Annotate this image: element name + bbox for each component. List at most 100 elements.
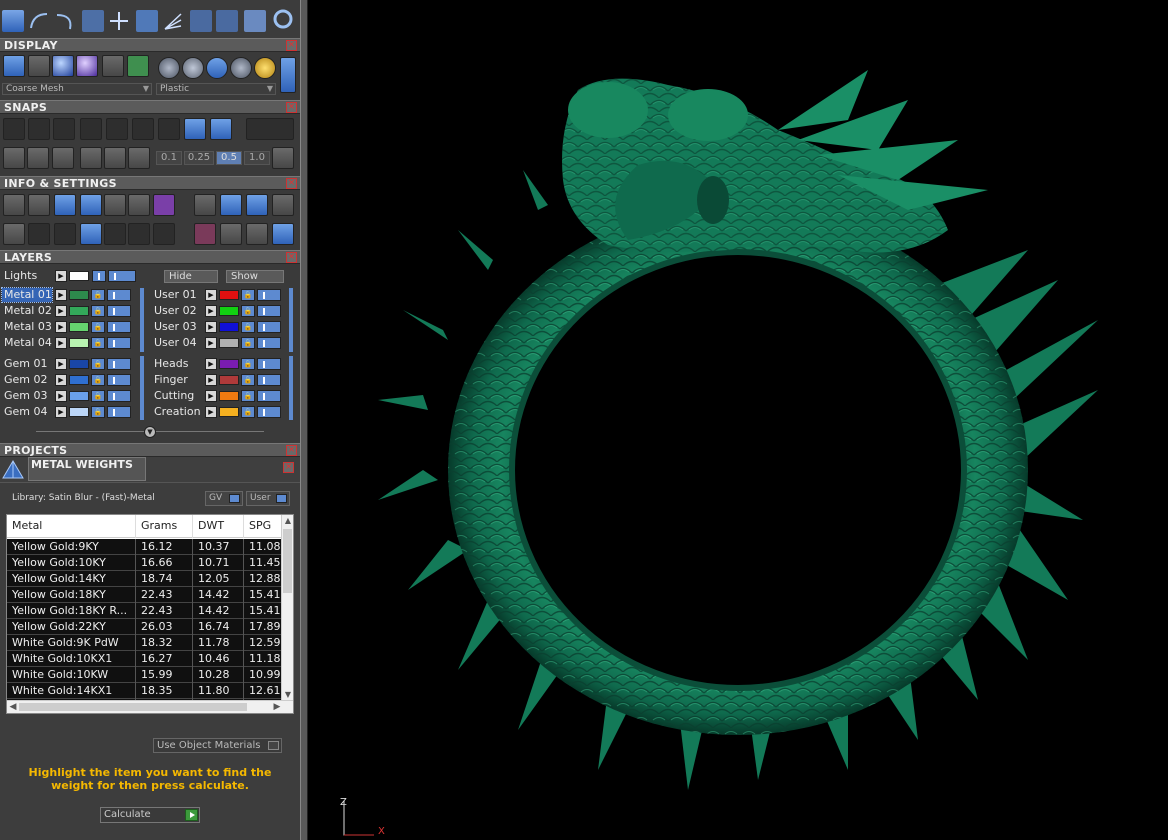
scroll-thumb[interactable] [283, 529, 292, 593]
layer-name[interactable]: Gem 02 [2, 373, 52, 387]
arc-tool-icon[interactable] [28, 10, 50, 32]
visibility-toggle[interactable] [107, 289, 131, 301]
snap-corner-icon[interactable] [106, 118, 128, 140]
layer-name[interactable]: Metal 03 [2, 320, 52, 334]
table-row[interactable]: White Gold:14KX1 18.35 11.80 12.61 [7, 683, 284, 699]
gem-b-icon[interactable] [220, 223, 242, 245]
layer-name[interactable]: User 04 [152, 336, 202, 350]
lights-swatch[interactable] [69, 271, 89, 281]
play-icon[interactable]: ▶ [205, 406, 217, 418]
layer-name[interactable]: Gem 04 [2, 405, 52, 419]
close-icon[interactable]: × [286, 102, 297, 113]
expand-icon[interactable]: ▼ [144, 426, 156, 438]
grid-layout-icon[interactable] [3, 147, 25, 169]
layer-row[interactable]: Gem 03 ▶ 🔒 [2, 389, 138, 403]
lock-icon[interactable]: 🔒 [241, 406, 255, 418]
layer-row[interactable]: Finger ▶ 🔒 [152, 373, 288, 387]
play-icon[interactable]: ▶ [55, 374, 67, 386]
snap-target-icon[interactable] [132, 118, 154, 140]
lock-icon[interactable]: 🔒 [91, 374, 105, 386]
grid-icon[interactable] [3, 223, 25, 245]
metal-weights-table[interactable]: Metal Grams DWT SPG Yellow Gold:9KY 16.12… [6, 514, 294, 714]
chevron-right-icon[interactable]: ▶ [271, 701, 283, 713]
visibility-toggle[interactable] [107, 358, 131, 370]
visibility-toggle[interactable] [257, 374, 281, 386]
gem-c-icon[interactable] [246, 223, 268, 245]
material-mode-select[interactable]: Plastic ▼ [156, 83, 276, 95]
layer-name[interactable]: Finger [152, 373, 202, 387]
curve-tool-icon[interactable] [54, 10, 76, 32]
snap-value-1[interactable]: 0.25 [184, 151, 214, 165]
play-icon[interactable]: ▶ [205, 358, 217, 370]
gem-a-icon[interactable] [194, 223, 216, 245]
layer-name[interactable]: Gem 01 [2, 357, 52, 371]
snap-grid-icon[interactable] [3, 118, 25, 140]
play-icon[interactable]: ▶ [55, 289, 67, 301]
layer-row[interactable]: Metal 03 ▶ 🔒 [2, 320, 138, 334]
diagonal-icon[interactable] [80, 147, 102, 169]
ring-icon[interactable] [272, 8, 294, 30]
layer-color-swatch[interactable] [219, 359, 239, 369]
layer-name[interactable]: User 01 [152, 288, 202, 302]
cube-purple-icon[interactable] [153, 194, 175, 216]
sphere-c-icon[interactable] [206, 57, 228, 79]
layer-color-swatch[interactable] [219, 322, 239, 332]
layer-name[interactable]: User 03 [152, 320, 202, 334]
close-icon[interactable]: × [286, 40, 297, 51]
play-icon[interactable]: ▶ [205, 305, 217, 317]
render-icon[interactable] [102, 55, 124, 77]
snap-edge-icon[interactable] [210, 118, 232, 140]
lock-icon[interactable]: 🔒 [91, 337, 105, 349]
mirror-icon[interactable] [82, 10, 104, 32]
play-icon[interactable]: ▶ [55, 270, 67, 282]
info-section-header[interactable]: INFO & SETTINGS × [0, 176, 300, 190]
table-row[interactable]: Yellow Gold:14KY 18.74 12.05 12.88 [7, 571, 284, 587]
gem-d-icon[interactable] [272, 223, 294, 245]
snap-cross-icon[interactable] [53, 118, 75, 140]
fan-icon[interactable] [162, 10, 184, 32]
layer-row[interactable]: Metal 04 ▶ 🔒 [2, 336, 138, 350]
hide-button[interactable]: Hide [164, 270, 218, 283]
points-icon[interactable] [28, 55, 50, 77]
copy-a-icon[interactable] [220, 194, 242, 216]
visibility-toggle[interactable] [257, 390, 281, 402]
close-icon[interactable]: × [286, 252, 297, 263]
user-toggle[interactable]: User [246, 491, 290, 506]
wire-cube-icon[interactable] [54, 223, 76, 245]
snap-curve-icon[interactable] [28, 118, 50, 140]
sphere-d-icon[interactable] [230, 57, 252, 79]
panel-splitter[interactable] [300, 0, 308, 840]
scroll-thumb[interactable] [19, 703, 247, 711]
table-row[interactable]: White Gold:10KW 15.99 10.28 10.99 [7, 667, 284, 683]
3d-viewport[interactable]: Z X [308, 0, 1168, 840]
layer-row[interactable]: Gem 04 ▶ 🔒 [2, 405, 138, 419]
layer-color-swatch[interactable] [69, 290, 89, 300]
layer-row[interactable]: User 02 ▶ 🔒 [152, 304, 288, 318]
lock-icon[interactable]: 🔒 [241, 374, 255, 386]
layer-row[interactable]: User 04 ▶ 🔒 [152, 336, 288, 350]
edit-icon[interactable] [128, 194, 150, 216]
snap-screen-icon[interactable] [246, 118, 294, 140]
lock-icon[interactable]: 🔒 [241, 337, 255, 349]
table-row[interactable]: Yellow Gold:18KY 22.43 14.42 15.41 [7, 587, 284, 603]
cube-icon[interactable] [27, 147, 49, 169]
lock-icon[interactable]: 🔒 [91, 321, 105, 333]
layer-color-swatch[interactable] [219, 391, 239, 401]
visibility-toggle[interactable] [107, 321, 131, 333]
layer-row[interactable]: Metal 01 ▶ 🔒 [1, 287, 138, 303]
snap-value-2[interactable]: 0.5 [216, 151, 242, 165]
lock-icon[interactable]: 🔒 [241, 321, 255, 333]
close-icon[interactable]: × [286, 445, 297, 456]
layout-icon[interactable] [127, 55, 149, 77]
layer-color-swatch[interactable] [219, 306, 239, 316]
layer-row[interactable]: Creation ▶ 🔒 [152, 405, 288, 419]
layer-color-swatch[interactable] [69, 338, 89, 348]
table-horizontal-scrollbar[interactable]: ◀ ▶ [7, 700, 293, 713]
layer-name[interactable]: Heads [152, 357, 202, 371]
lights-toggle-b[interactable] [108, 270, 136, 282]
visibility-toggle[interactable] [257, 337, 281, 349]
snap-value-3[interactable]: 1.0 [244, 151, 270, 165]
sphere-b-icon[interactable] [182, 57, 204, 79]
measure-icon[interactable] [194, 194, 216, 216]
document-icon[interactable] [104, 194, 126, 216]
